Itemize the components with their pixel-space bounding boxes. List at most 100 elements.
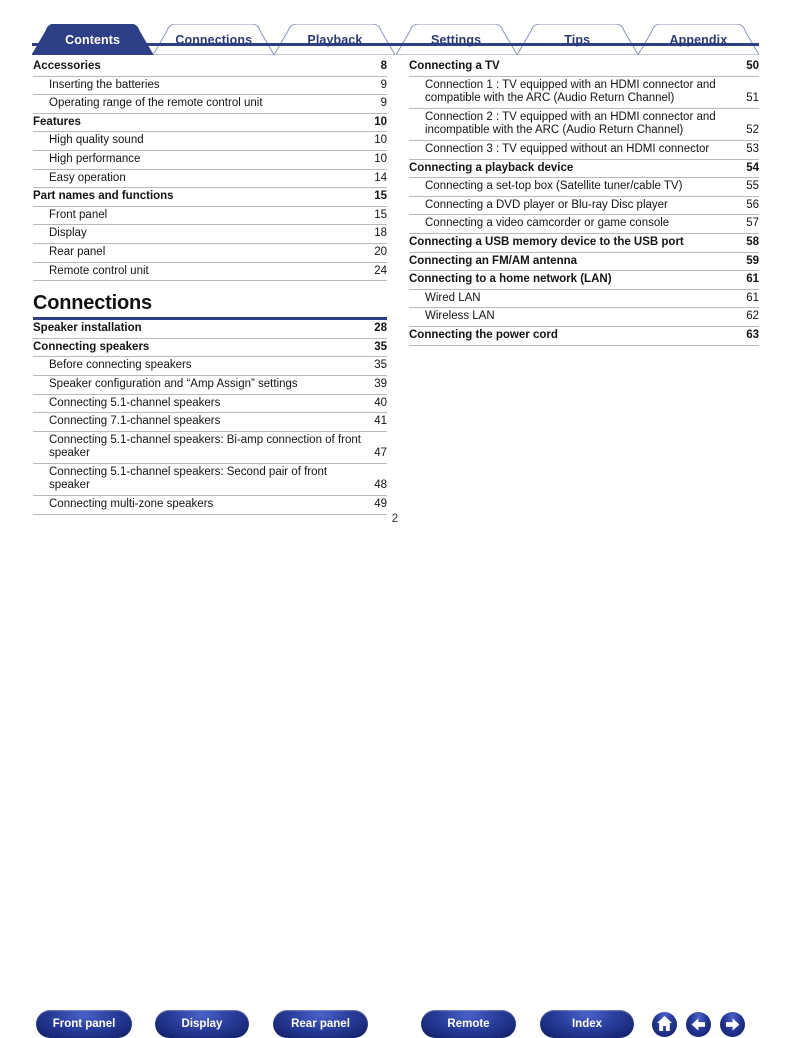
toc-entry-page-number: 53	[746, 142, 759, 155]
toc-entry-title: Connection 1 : TV equipped with an HDMI …	[425, 78, 716, 105]
nav-button-front-panel[interactable]: Front panel	[36, 1010, 132, 1038]
toc-entry[interactable]: Connecting 5.1-channel speakers: Second …	[33, 464, 387, 497]
toc-entry[interactable]: Connecting a DVD player or Blu-ray Disc …	[409, 197, 759, 216]
toc-entry[interactable]: Features 10	[33, 114, 387, 133]
toc-entry-title: Connecting a DVD player or Blu-ray Disc …	[425, 198, 668, 211]
toc-entry[interactable]: Connecting a USB memory device to the US…	[409, 234, 759, 253]
toc-entry-page-number: 62	[746, 310, 759, 323]
toc-entry-title: Connecting 7.1-channel speakers	[49, 415, 221, 428]
toc-entry-page-number: 8	[380, 60, 387, 72]
toc-entry-page-number: 14	[374, 171, 387, 184]
toc-entry[interactable]: Inserting the batteries 9	[33, 77, 387, 96]
toc-entry-title: High quality sound	[49, 134, 144, 147]
toc-entry-title: Inserting the batteries	[49, 78, 160, 91]
toc-entry[interactable]: Connecting speakers 35	[33, 339, 387, 358]
toc-entry[interactable]: Connecting 7.1-channel speakers 41	[33, 413, 387, 432]
nav-home-button[interactable]	[652, 1012, 677, 1037]
toc-entry-page-number: 15	[374, 208, 387, 221]
nav-button-label: Remote	[447, 1018, 490, 1030]
toc-entry-page-number: 35	[374, 359, 387, 372]
toc-entry[interactable]: Connection 2 : TV equipped with an HDMI …	[409, 109, 759, 141]
tab-label: Contents	[65, 32, 121, 47]
toc-entry[interactable]: Connecting a set-top box (Satellite tune…	[409, 178, 759, 197]
toc-entry-page-number: 10	[374, 115, 387, 128]
toc-entry[interactable]: Connecting the power cord 63	[409, 327, 759, 346]
toc-entry[interactable]: Front panel 15	[33, 207, 387, 226]
tab-appendix[interactable]: Appendix	[637, 24, 759, 55]
toc-entry[interactable]: Connecting 5.1-channel speakers: Bi-amp …	[33, 432, 387, 464]
toc-entry-title: Remote control unit	[49, 264, 149, 277]
tab-label: Tips	[564, 32, 591, 47]
toc-entry[interactable]: Connecting to a home network (LAN) 61	[409, 271, 759, 290]
toc-entry-title: Rear panel	[49, 245, 106, 258]
toc-column-right: Connecting a TV 50 Connection 1 : TV equip…	[409, 58, 759, 346]
toc-entry-title: Connecting a video camcorder or game con…	[425, 217, 670, 230]
tab-bar: Contents Connections Playback Settings Tips A…	[0, 12, 791, 55]
arrow-right-icon	[726, 1018, 740, 1031]
toc-entry-title: Front panel	[49, 208, 108, 221]
tab-contents[interactable]: Contents	[32, 24, 154, 55]
toc-entry-title: Connecting to a home network (LAN)	[409, 273, 612, 286]
toc-entry-title: Part names and functions	[33, 190, 174, 203]
toc-entry[interactable]: Rear panel 20	[33, 244, 387, 263]
toc-entry-page-number: 59	[746, 254, 759, 267]
nav-arrow-right-button[interactable]	[720, 1012, 745, 1037]
toc-entry-page-number: 51	[746, 92, 759, 105]
toc-entry[interactable]: Connecting 5.1-channel speakers 40	[33, 395, 387, 414]
toc-entry[interactable]: Connecting a playback device 54	[409, 160, 759, 179]
toc-entry[interactable]: Connecting an FM/AM antenna 59	[409, 253, 759, 272]
toc-entry[interactable]: Speaker configuration and “Amp Assign” s…	[33, 376, 387, 395]
toc-entry-page-number: 18	[374, 227, 387, 240]
toc-entry[interactable]: Accessories 8	[33, 58, 387, 77]
tab-label: Appendix	[669, 32, 728, 47]
nav-button-remote[interactable]: Remote	[421, 1010, 516, 1038]
toc-entry[interactable]: Before connecting speakers 35	[33, 357, 387, 376]
toc-entry-title: Connecting 5.1-channel speakers	[49, 396, 221, 409]
toc-entry[interactable]: Easy operation 14	[33, 170, 387, 189]
toc-entry[interactable]: Remote control unit 24	[33, 263, 387, 282]
toc-entry-title: Speaker installation	[33, 322, 142, 335]
nav-arrow-left-button[interactable]	[686, 1012, 711, 1037]
toc-entry[interactable]: Operating range of the remote control un…	[33, 95, 387, 114]
tab-playback[interactable]: Playback	[274, 24, 396, 55]
toc-entry-title: High performance	[49, 152, 141, 165]
tab-label: Connections	[175, 32, 253, 47]
toc-entry-page-number: 52	[746, 124, 759, 137]
tab-label: Settings	[431, 32, 482, 47]
toc-entry[interactable]: Wired LAN 61	[409, 290, 759, 309]
toc-entry-title: Connecting the power cord	[409, 328, 558, 341]
toc-entry[interactable]: Connecting a video camcorder or game con…	[409, 215, 759, 234]
toc-entry[interactable]: Speaker installation 28	[33, 320, 387, 339]
toc-entry-page-number: 41	[374, 415, 387, 428]
toc-entry-page-number: 40	[374, 396, 387, 409]
tab-settings[interactable]: Settings	[395, 24, 517, 55]
toc-entry[interactable]: Connecting a TV 50	[409, 58, 759, 77]
tab-connections[interactable]: Connections	[153, 24, 275, 55]
toc-entry-page-number: 56	[746, 198, 759, 211]
toc-entry-page-number: 9	[380, 78, 387, 91]
nav-button-label: Rear panel	[291, 1018, 350, 1030]
toc-entry[interactable]: Display 18	[33, 225, 387, 244]
nav-button-display[interactable]: Display	[155, 1010, 249, 1038]
toc-entry-page-number: 61	[746, 273, 759, 286]
toc-entry-page-number: 55	[746, 180, 759, 193]
nav-button-label: Front panel	[52, 1018, 116, 1030]
toc-entry[interactable]: High quality sound 10	[33, 132, 387, 151]
tab-tips[interactable]: Tips	[516, 24, 638, 55]
nav-button-label: Index	[571, 1018, 603, 1030]
toc-column-left: Accessories 8 Inserting the batteries 9 Oper…	[33, 58, 387, 515]
toc-entry-title: Wireless LAN	[425, 310, 495, 323]
toc-entry[interactable]: Connection 1 : TV equipped with an HDMI …	[409, 77, 759, 109]
toc-entry[interactable]: Part names and functions 15	[33, 188, 387, 207]
nav-button-index[interactable]: Index	[540, 1010, 634, 1038]
tab-bar-underline	[32, 43, 759, 46]
toc-entry-title: Features	[33, 115, 81, 128]
toc-entry-title: Connecting 5.1-channel speakers: Bi-amp …	[49, 433, 361, 460]
nav-button-rear-panel[interactable]: Rear panel	[273, 1010, 368, 1038]
toc-entry-page-number: 20	[374, 245, 387, 258]
toc-entry-page-number: 15	[374, 190, 387, 203]
toc-entry[interactable]: Wireless LAN 62	[409, 308, 759, 327]
toc-entry[interactable]: Connection 3 : TV equipped without an HD…	[409, 141, 759, 160]
toc-entry[interactable]: High performance 10	[33, 151, 387, 170]
toc-section-heading-label: Connections	[33, 292, 152, 315]
